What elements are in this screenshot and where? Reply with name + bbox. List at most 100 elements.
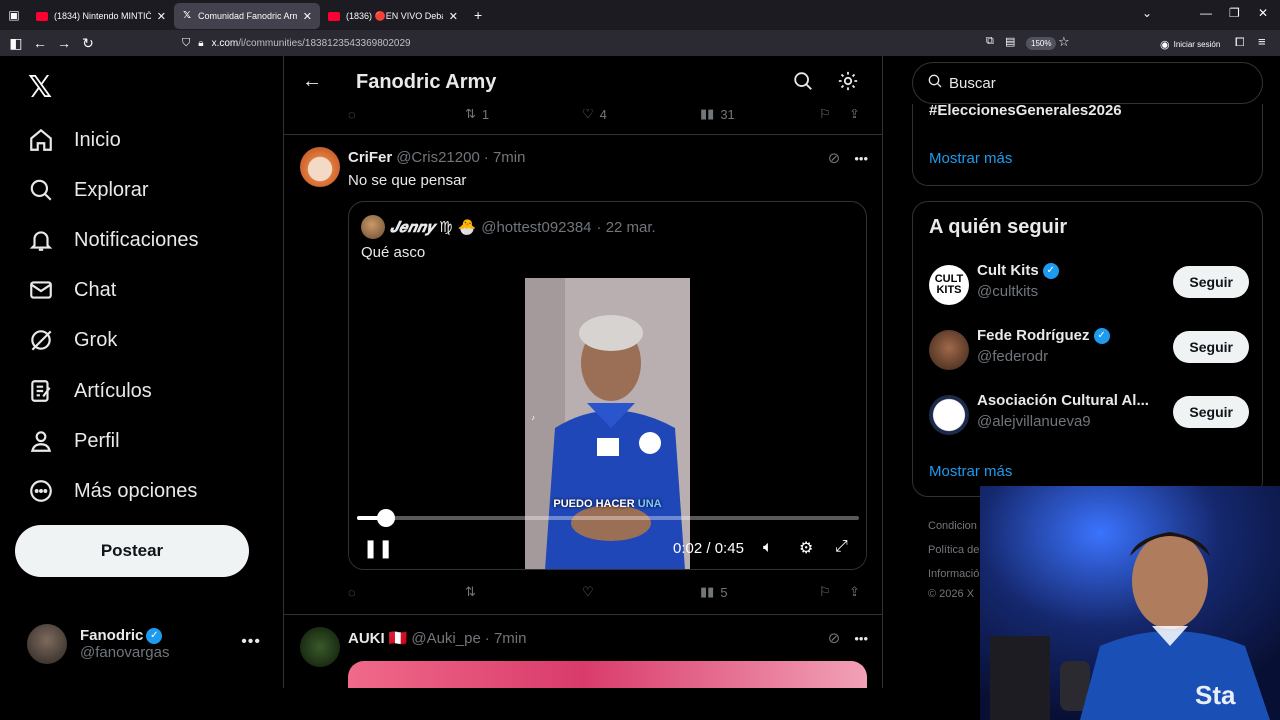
zoom-level[interactable]: 150% — [1026, 37, 1057, 50]
search-box[interactable] — [912, 62, 1263, 104]
show-more-link[interactable]: Mostrar más — [929, 463, 1012, 480]
mute-icon[interactable]: 🔈︎ — [763, 539, 773, 557]
nav-label: Perfil — [74, 429, 120, 452]
video-player[interactable]: PUEDO HACER UNA ♪ ❚❚ 0:02 / 0:45 🔈︎ ⚙ ⤢ — [349, 278, 866, 569]
extensions-icon[interactable]: ⧠ — [1235, 35, 1245, 50]
more-dots-icon[interactable]: ••• — [854, 631, 868, 646]
quoted-tweet[interactable]: 𝑱𝒆𝒏𝒏𝒚 ♍ 🐣 @hottest092384 · 22 mar. Qué a… — [348, 201, 867, 570]
tweet-media[interactable] — [348, 661, 867, 688]
share-icon[interactable]: ⇪ — [849, 584, 860, 600]
nav-item-home[interactable]: Inicio — [28, 120, 121, 160]
author-handle[interactable]: @Cris21200 — [396, 149, 480, 166]
grok-icon[interactable]: ⊘ — [828, 629, 841, 647]
new-tab-icon[interactable]: + — [474, 7, 482, 23]
tweet-text: No se que pensar — [348, 172, 467, 189]
forward-arrow-icon[interactable]: → — [52, 35, 76, 51]
follow-button[interactable]: Seguir — [1173, 331, 1249, 363]
follow-button[interactable]: Seguir — [1173, 266, 1249, 298]
close-tab-icon[interactable]: ✕ — [157, 10, 166, 23]
avatar[interactable] — [300, 147, 340, 187]
search-input[interactable] — [949, 74, 1249, 92]
x-logo-icon[interactable]: 𝕏 — [28, 70, 52, 105]
lock-icon[interactable]: 🔒︎ — [198, 38, 203, 49]
tweet-crifer[interactable]: CriFer @Cris21200 · 7min ⊘ ••• No se que… — [284, 135, 882, 614]
bookmark-icon[interactable]: ⚐ — [819, 584, 831, 600]
community-header: ← Fanodric Army — [284, 56, 882, 109]
menu-icon[interactable]: ≡ — [1258, 34, 1266, 49]
account-switcher[interactable]: Fanodric ✓ @fanovargas ••• — [27, 623, 267, 665]
home-icon — [28, 127, 54, 153]
video-progress-bar[interactable] — [357, 509, 859, 527]
nav-item-grok[interactable]: Grok — [28, 320, 117, 360]
tab-title: (1836) 🔴EN VIVO Debate pres — [346, 10, 443, 21]
gear-icon[interactable] — [837, 70, 861, 94]
nav-label: Inicio — [74, 128, 121, 151]
footer-link[interactable]: Condicion — [928, 520, 977, 532]
nav-item-explore[interactable]: Explorar — [28, 170, 148, 210]
nav-item-notifications[interactable]: Notificaciones — [28, 220, 199, 260]
more-dots-icon[interactable]: ••• — [854, 151, 868, 166]
nav-item-profile[interactable]: Perfil — [28, 421, 120, 461]
show-more-link[interactable]: Mostrar más — [929, 150, 1012, 167]
browser-tab-fanodric[interactable]: 𝕏 Comunidad Fanodric Army / X ✕ — [174, 3, 320, 29]
star-bookmark-icon[interactable]: ☆ — [1058, 34, 1070, 50]
signin-button[interactable]: ◉ Iniciar sesión — [1160, 38, 1220, 51]
post-button[interactable]: Postear — [15, 525, 249, 577]
heart-icon[interactable]: ♡ — [582, 584, 594, 600]
more-dots-icon[interactable]: ••• — [241, 633, 261, 651]
avatar[interactable] — [300, 627, 340, 667]
author-name[interactable]: CriFer — [348, 149, 392, 166]
maximize-icon[interactable]: ❐ — [1229, 6, 1240, 20]
views-button[interactable]: ▮▮ 5 — [700, 584, 728, 600]
webcam-overlay: Sta — [980, 486, 1280, 720]
close-tab-icon[interactable]: ✕ — [303, 10, 312, 23]
verified-badge-icon: ✓ — [1042, 262, 1059, 279]
footer-link[interactable]: Política de — [928, 544, 979, 556]
more-circle-icon — [28, 478, 54, 504]
progress-handle[interactable] — [377, 509, 395, 527]
retweet-icon[interactable]: ⇅ — [465, 584, 476, 600]
tweet-auki[interactable]: AUKI 🇵🇪 @Auki_pe · 7min ⊘ ••• — [284, 615, 882, 688]
close-tab-icon[interactable]: ✕ — [449, 10, 458, 23]
close-window-icon[interactable]: ✕ — [1258, 6, 1268, 20]
video-frame: PUEDO HACER UNA ♪ — [525, 278, 690, 569]
youtube-icon — [328, 11, 340, 21]
author-name[interactable]: AUKI — [348, 630, 385, 647]
gear-icon[interactable]: ⚙ — [799, 538, 813, 558]
nav-item-chat[interactable]: Chat — [28, 270, 116, 310]
grok-icon[interactable]: ⊘ — [828, 149, 841, 167]
reply-icon[interactable]: ◌ — [348, 585, 356, 600]
sidebar-toggle-icon[interactable]: ◧ — [4, 35, 28, 52]
follow-item[interactable]: Fede Rodríguez ✓ @federodr Seguir — [929, 327, 1249, 373]
nav-item-more[interactable]: Más opciones — [28, 471, 197, 511]
footer-link[interactable]: Informació — [928, 568, 979, 580]
follow-item[interactable]: Asociación Cultural Al... @alejvillanuev… — [929, 392, 1249, 438]
quote-author-handle: @hottest092384 — [481, 218, 592, 236]
back-arrow-icon[interactable]: ← — [302, 70, 322, 93]
author-handle[interactable]: @Auki_pe — [411, 630, 480, 647]
fullscreen-icon[interactable]: ⤢ — [835, 538, 848, 556]
main-timeline: ◌ ⇅ 1 ♡ 4 ▮▮ 31 ⚐ ⇪ ← Fanodric Army CriFer … — [283, 56, 883, 688]
browser-tab-debate[interactable]: (1836) 🔴EN VIVO Debate pres ✕ — [320, 3, 466, 29]
reload-icon[interactable]: ↻ — [76, 35, 100, 52]
search-icon[interactable] — [792, 70, 816, 94]
follow-item[interactable]: CULT KITS Cult Kits ✓ @cultkits Seguir — [929, 262, 1249, 308]
shield-icon[interactable]: ⛉ — [182, 37, 190, 50]
tab-dropdown-icon[interactable]: ⌄ — [1142, 6, 1152, 20]
video-caption: PUEDO HACER UNA — [553, 498, 662, 510]
back-arrow-icon[interactable]: ← — [28, 35, 52, 51]
minimize-icon[interactable]: — — [1200, 6, 1212, 20]
browser-tab-nintendo[interactable]: (1834) Nintendo MINTIÓ para l ✕ — [28, 3, 174, 29]
timestamp[interactable]: · 7min — [484, 149, 526, 166]
reader-view-icon[interactable]: ▤ — [1005, 35, 1015, 48]
address-bar[interactable]: ⛉ 🔒︎ x.com/i/communities/183812354336980… — [176, 32, 1080, 54]
pause-icon[interactable]: ❚❚ — [363, 538, 393, 559]
nav-item-articles[interactable]: Artículos — [28, 371, 152, 411]
tweet-actions: ◌ ⇅ ♡ ▮▮ 5 ⚐ ⇪ — [348, 582, 868, 602]
trend-hashtag[interactable]: #EleccionesGenerales2026 — [929, 102, 1122, 119]
tab-list-icon[interactable]: ▣ — [0, 8, 28, 22]
follow-button[interactable]: Seguir — [1173, 396, 1249, 428]
picture-in-picture-icon[interactable]: ⧉ — [986, 35, 994, 48]
trends-panel: #EleccionesGenerales2026 Mostrar más — [912, 102, 1263, 186]
timestamp[interactable]: · 7min — [485, 630, 527, 647]
